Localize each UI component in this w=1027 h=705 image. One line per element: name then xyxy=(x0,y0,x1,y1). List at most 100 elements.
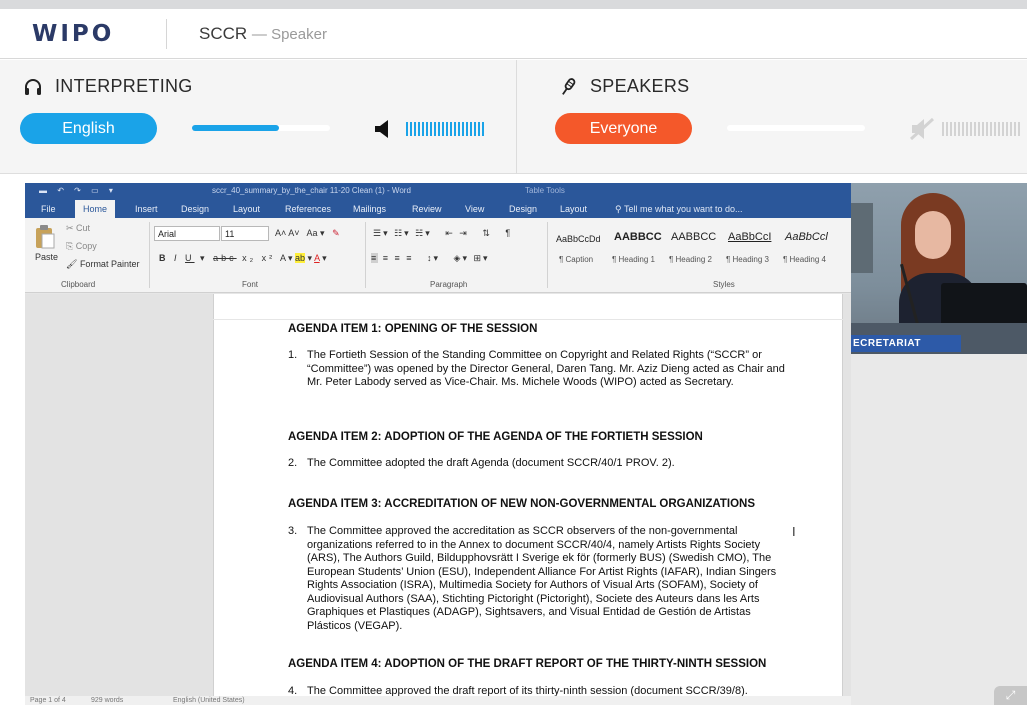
tab-file: File xyxy=(41,204,56,214)
meter-bar xyxy=(1006,122,1008,136)
table-tools-label: Table Tools xyxy=(525,186,565,195)
paragraph-group-label: Paragraph xyxy=(430,280,468,289)
font-group-label: Font xyxy=(242,280,259,289)
meter-bar xyxy=(454,122,456,136)
meter-bar xyxy=(410,122,412,136)
meter-bar xyxy=(466,122,468,136)
speaker-face xyxy=(915,211,951,259)
style-heading2-name: ¶ Heading 2 xyxy=(669,255,712,264)
paragraph-text: The Committee adopted the draft Agenda (… xyxy=(307,457,675,469)
meter-bar xyxy=(942,122,944,136)
meter-bar xyxy=(418,122,420,136)
meter-bar xyxy=(478,122,480,136)
text-cursor-icon: I xyxy=(792,524,796,539)
ribbon-separator xyxy=(149,222,150,288)
clipboard-icon xyxy=(36,225,55,249)
microphone-icon xyxy=(562,77,576,95)
meter-bar xyxy=(958,122,960,136)
speaker-icon[interactable] xyxy=(374,120,394,138)
panel-divider xyxy=(516,60,517,174)
meter-bar xyxy=(482,122,484,136)
tab-home: Home xyxy=(75,200,116,218)
style-heading1-name: ¶ Heading 1 xyxy=(612,255,655,264)
paragraph-number: 3. xyxy=(288,525,298,537)
speaker-select-button[interactable]: Everyone xyxy=(555,113,692,144)
language-label: English xyxy=(62,119,115,137)
meter-bar xyxy=(462,122,464,136)
speakers-volume-slider[interactable] xyxy=(727,125,865,131)
meter-bar xyxy=(1002,122,1004,136)
meter-bar xyxy=(470,122,472,136)
meter-bar xyxy=(998,122,1000,136)
tell-me-text: Tell me what you want to do... xyxy=(623,204,743,214)
video-stream: ▬ ↶ ↷ ▭ ▾ sccr_40_summary_by_the_chair 1… xyxy=(25,183,1027,705)
word-status-bar: Page 1 of 4 929 words English (United St… xyxy=(25,696,851,705)
paragraph-text: The Committee approved the accreditation… xyxy=(307,525,777,632)
status-words: 929 words xyxy=(91,697,124,704)
language-select-button[interactable]: English xyxy=(20,113,157,144)
meter-bar xyxy=(978,122,980,136)
status-page: Page 1 of 4 xyxy=(30,697,66,704)
style-caption-name: ¶ Caption xyxy=(559,255,594,264)
ribbon-separator xyxy=(365,222,366,288)
styles-group-label: Styles xyxy=(713,280,735,289)
meter-bar xyxy=(954,122,956,136)
tab-table-layout: Layout xyxy=(560,204,588,214)
tab-table-design: Design xyxy=(509,204,538,214)
meter-bar xyxy=(966,122,968,136)
meter-bar xyxy=(982,122,984,136)
interpreting-volume-slider[interactable] xyxy=(192,125,330,131)
paragraph-number: 1. xyxy=(288,349,298,361)
meter-bar xyxy=(426,122,428,136)
session-name: SCCR xyxy=(199,24,248,43)
interpreting-volume-fill xyxy=(192,125,279,131)
headphones-icon xyxy=(25,78,41,95)
style-heading4-sample: AaBbCcl xyxy=(785,231,828,243)
muted-icon[interactable] xyxy=(909,117,935,141)
ribbon-separator xyxy=(547,222,548,288)
format-painter-text: Format Painter xyxy=(79,259,140,269)
meter-bar xyxy=(422,122,424,136)
word-ribbon: Paste ✂ Cut ⎘ Copy 🖌︎ Format Painter Cli… xyxy=(25,218,851,293)
top-strip xyxy=(0,0,1027,9)
interpreting-title: INTERPRETING xyxy=(55,76,193,96)
meter-bar xyxy=(1014,122,1016,136)
meter-bar xyxy=(438,122,440,136)
word-tabs: File Home Insert Design Layout Reference… xyxy=(25,200,851,218)
meter-bar xyxy=(430,122,432,136)
wipo-logo: WIPO xyxy=(32,21,115,47)
expand-icon[interactable]: ⤢ xyxy=(994,686,1027,705)
align-buttons: ≡ ≡ ≡ ≡ ↕▾ ◈▾ ⊞▾ xyxy=(371,253,490,263)
style-heading3-name: ¶ Heading 3 xyxy=(726,255,769,264)
interpreting-header: INTERPRETING xyxy=(23,76,193,97)
agenda-paragraph: 3. The Committee approved the accreditat… xyxy=(288,525,788,633)
meter-bar xyxy=(406,122,408,136)
tab-review: Review xyxy=(412,204,442,214)
style-heading3-sample: AaBbCcI xyxy=(728,231,772,243)
tell-me-box: ⚲ Tell me what you want to do... xyxy=(615,204,743,214)
style-heading2-sample: AABBCC xyxy=(671,231,717,243)
meter-bar xyxy=(414,122,416,136)
camera-caption: ECRETARIAT xyxy=(851,335,961,352)
speaker-selection-label: Everyone xyxy=(589,119,658,137)
meter-bar xyxy=(990,122,992,136)
meter-bar xyxy=(1010,122,1012,136)
meter-bar xyxy=(986,122,988,136)
word-title-bar: ▬ ↶ ↷ ▭ ▾ sccr_40_summary_by_the_chair 1… xyxy=(25,183,851,200)
agenda-paragraph: 1. The Fortieth Session of the Standing … xyxy=(288,349,788,390)
style-caption-sample: AaBbCcDd xyxy=(556,234,601,244)
speakers-header: SPEAKERS xyxy=(558,76,689,97)
controls-panel: INTERPRETING English SPEAKERS Everyone xyxy=(0,60,1027,174)
meter-bar xyxy=(458,122,460,136)
font-size-box: 11 xyxy=(221,226,269,241)
paste-label: Paste xyxy=(35,252,59,262)
tab-view: View xyxy=(465,204,485,214)
page-title: SCCR — Speaker xyxy=(199,24,327,44)
font-grow-shrink: A˄ A˅ Aa ▾ ✎ xyxy=(275,228,340,238)
interpreting-audio-meter xyxy=(406,122,484,136)
app-header: WIPO SCCR — Speaker xyxy=(0,9,1027,59)
meter-bar xyxy=(974,122,976,136)
font-size: 11 xyxy=(225,229,235,239)
meter-bar xyxy=(970,122,972,136)
paragraph-text: The Fortieth Session of the Standing Com… xyxy=(307,349,785,388)
